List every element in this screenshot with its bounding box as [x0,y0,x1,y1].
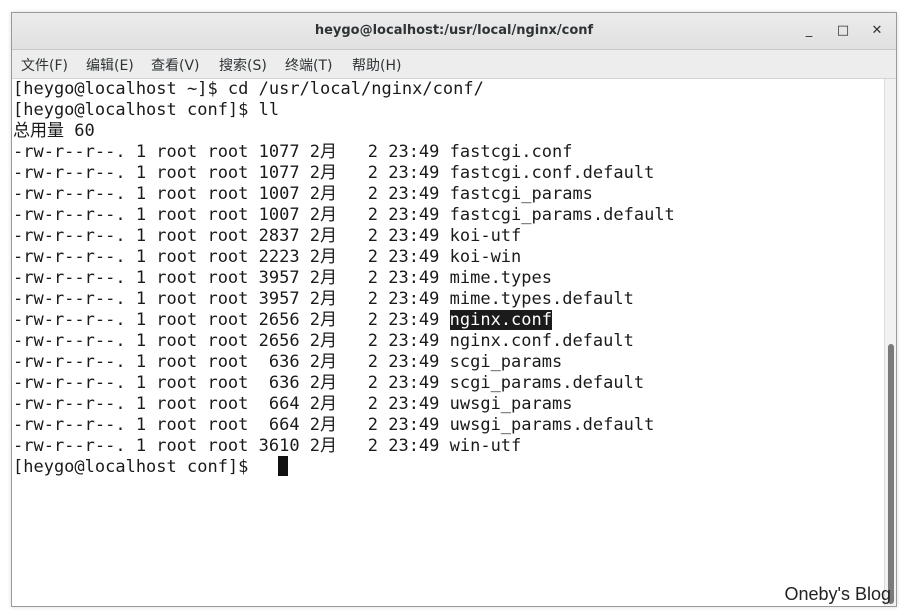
scrollbar[interactable] [884,79,896,606]
terminal-line-prefix: -rw-r--r--. 1 root root 2656 2月 2 23:49 [13,310,450,330]
terminal-prompt: [heygo@localhost conf]$ [13,457,259,477]
terminal-line: [heygo@localhost conf]$ ll [13,100,280,120]
scrollbar-thumb[interactable] [888,344,894,604]
title-bar[interactable]: heygo@localhost:/usr/local/nginx/conf _ … [12,13,896,50]
text-cursor [278,456,288,476]
close-button[interactable]: ✕ [868,22,886,40]
menu-help[interactable]: 帮助(H) [352,55,401,75]
terminal-line: [heygo@localhost ~]$ cd /usr/local/nginx… [13,79,484,99]
menu-search[interactable]: 搜索(S) [219,55,267,75]
terminal-line: -rw-r--r--. 1 root root 3957 2月 2 23:49 … [13,289,634,309]
menu-file[interactable]: 文件(F) [21,55,68,75]
terminal-line: -rw-r--r--. 1 root root 3957 2月 2 23:49 … [13,268,552,288]
terminal-line: -rw-r--r--. 1 root root 1007 2月 2 23:49 … [13,205,675,225]
terminal-line: -rw-r--r--. 1 root root 1007 2月 2 23:49 … [13,184,593,204]
window-title: heygo@localhost:/usr/local/nginx/conf [314,23,594,38]
terminal-line: -rw-r--r--. 1 root root 1077 2月 2 23:49 … [13,142,573,162]
menu-terminal[interactable]: 终端(T) [285,55,332,75]
terminal-line: -rw-r--r--. 1 root root 2656 2月 2 23:49 … [13,331,634,351]
terminal-line: -rw-r--r--. 1 root root 1077 2月 2 23:49 … [13,163,655,183]
terminal-window: heygo@localhost:/usr/local/nginx/conf _ … [11,12,897,607]
selected-filename[interactable]: nginx.conf [449,310,552,330]
terminal-line: 总用量 60 [13,121,95,141]
terminal-line: -rw-r--r--. 1 root root 636 2月 2 23:49 s… [13,373,645,393]
terminal-line: -rw-r--r--. 1 root root 664 2月 2 23:49 u… [13,415,655,435]
menu-view[interactable]: 查看(V) [151,55,200,75]
menu-edit[interactable]: 编辑(E) [86,55,134,75]
terminal-line: -rw-r--r--. 1 root root 2837 2月 2 23:49 … [13,226,522,246]
terminal-line: -rw-r--r--. 1 root root 664 2月 2 23:49 u… [13,394,573,414]
menu-bar: 文件(F) 编辑(E) 查看(V) 搜索(S) 终端(T) 帮助(H) [12,50,896,79]
terminal-line: -rw-r--r--. 1 root root 2223 2月 2 23:49 … [13,247,522,267]
terminal-output[interactable]: [heygo@localhost ~]$ cd /usr/local/nginx… [12,79,884,606]
terminal-line: -rw-r--r--. 1 root root 2656 2月 2 23:49 … [13,310,552,331]
terminal-line: -rw-r--r--. 1 root root 636 2月 2 23:49 s… [13,352,563,372]
minimize-button[interactable]: _ [800,22,818,40]
watermark: Oneby's Blog [784,584,892,604]
terminal-line: -rw-r--r--. 1 root root 3610 2月 2 23:49 … [13,436,522,456]
maximize-button[interactable]: □ [834,22,852,40]
